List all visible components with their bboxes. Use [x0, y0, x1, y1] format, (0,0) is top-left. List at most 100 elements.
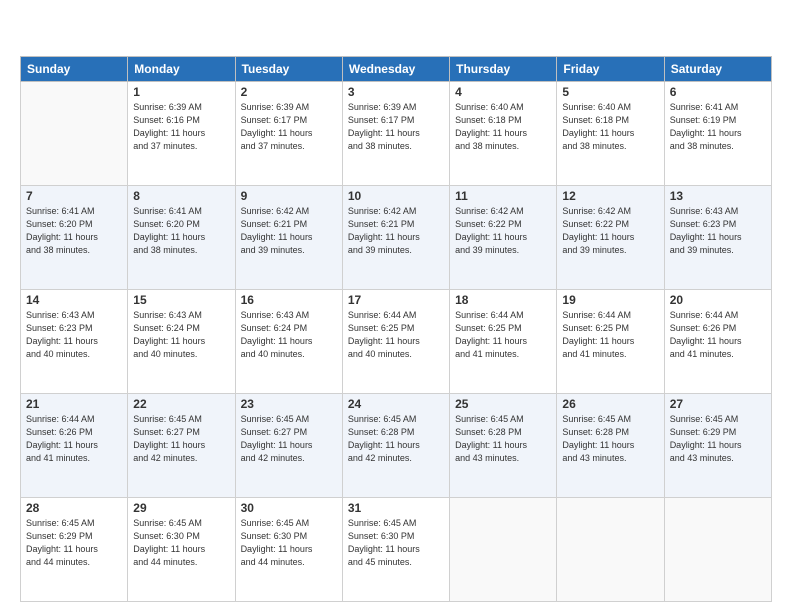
day-info: Sunrise: 6:40 AM Sunset: 6:18 PM Dayligh…: [562, 101, 658, 153]
week-row-0: 1 Sunrise: 6:39 AM Sunset: 6:16 PM Daylig…: [21, 82, 772, 186]
day-cell: 11 Sunrise: 6:42 AM Sunset: 6:22 PM Dayli…: [450, 186, 557, 290]
page: SundayMondayTuesdayWednesdayThursdayFrid…: [0, 0, 792, 612]
header-cell-thursday: Thursday: [450, 57, 557, 82]
day-info: Sunrise: 6:43 AM Sunset: 6:23 PM Dayligh…: [670, 205, 766, 257]
day-info: Sunrise: 6:42 AM Sunset: 6:22 PM Dayligh…: [455, 205, 551, 257]
day-info: Sunrise: 6:41 AM Sunset: 6:20 PM Dayligh…: [133, 205, 229, 257]
day-cell: 24 Sunrise: 6:45 AM Sunset: 6:28 PM Dayli…: [342, 394, 449, 498]
day-cell: 31 Sunrise: 6:45 AM Sunset: 6:30 PM Dayli…: [342, 498, 449, 602]
day-cell: 13Sunrise: 6:43 AM Sunset: 6:23 PM Dayli…: [664, 186, 771, 290]
day-info: Sunrise: 6:45 AM Sunset: 6:28 PM Dayligh…: [348, 413, 444, 465]
day-number: 14: [26, 293, 122, 307]
day-cell: 19Sunrise: 6:44 AM Sunset: 6:25 PM Dayli…: [557, 290, 664, 394]
day-number: 27: [670, 397, 766, 411]
day-number: 31: [348, 501, 444, 515]
day-cell: [664, 498, 771, 602]
day-info: Sunrise: 6:39 AM Sunset: 6:17 PM Dayligh…: [348, 101, 444, 153]
day-cell: [557, 498, 664, 602]
day-info: Sunrise: 6:44 AM Sunset: 6:26 PM Dayligh…: [670, 309, 766, 361]
day-number: 10: [348, 189, 444, 203]
day-info: Sunrise: 6:43 AM Sunset: 6:24 PM Dayligh…: [133, 309, 229, 361]
day-info: Sunrise: 6:45 AM Sunset: 6:30 PM Dayligh…: [241, 517, 337, 569]
day-number: 30: [241, 501, 337, 515]
day-info: Sunrise: 6:45 AM Sunset: 6:27 PM Dayligh…: [241, 413, 337, 465]
day-info: Sunrise: 6:45 AM Sunset: 6:30 PM Dayligh…: [348, 517, 444, 569]
day-cell: 23 Sunrise: 6:45 AM Sunset: 6:27 PM Dayli…: [235, 394, 342, 498]
day-info: Sunrise: 6:42 AM Sunset: 6:22 PM Dayligh…: [562, 205, 658, 257]
day-cell: 29Sunrise: 6:45 AM Sunset: 6:30 PM Dayli…: [128, 498, 235, 602]
week-row-1: 7 Sunrise: 6:41 AM Sunset: 6:20 PM Daylig…: [21, 186, 772, 290]
day-number: 11: [455, 189, 551, 203]
logo-icon: [20, 18, 48, 46]
day-number: 5: [562, 85, 658, 99]
day-cell: 25Sunrise: 6:45 AM Sunset: 6:28 PM Dayli…: [450, 394, 557, 498]
day-number: 12: [562, 189, 658, 203]
day-info: Sunrise: 6:45 AM Sunset: 6:27 PM Dayligh…: [133, 413, 229, 465]
day-cell: 5 Sunrise: 6:40 AM Sunset: 6:18 PM Daylig…: [557, 82, 664, 186]
day-info: Sunrise: 6:41 AM Sunset: 6:20 PM Dayligh…: [26, 205, 122, 257]
day-number: 1: [133, 85, 229, 99]
day-info: Sunrise: 6:45 AM Sunset: 6:28 PM Dayligh…: [455, 413, 551, 465]
day-cell: 12 Sunrise: 6:42 AM Sunset: 6:22 PM Dayli…: [557, 186, 664, 290]
day-cell: 21 Sunrise: 6:44 AM Sunset: 6:26 PM Dayli…: [21, 394, 128, 498]
day-info: Sunrise: 6:39 AM Sunset: 6:16 PM Dayligh…: [133, 101, 229, 153]
day-cell: 26Sunrise: 6:45 AM Sunset: 6:28 PM Dayli…: [557, 394, 664, 498]
day-cell: 9 Sunrise: 6:42 AM Sunset: 6:21 PM Daylig…: [235, 186, 342, 290]
day-cell: [450, 498, 557, 602]
day-number: 19: [562, 293, 658, 307]
day-info: Sunrise: 6:40 AM Sunset: 6:18 PM Dayligh…: [455, 101, 551, 153]
day-cell: 6 Sunrise: 6:41 AM Sunset: 6:19 PM Daylig…: [664, 82, 771, 186]
day-number: 23: [241, 397, 337, 411]
day-number: 24: [348, 397, 444, 411]
day-number: 7: [26, 189, 122, 203]
day-number: 15: [133, 293, 229, 307]
header-cell-wednesday: Wednesday: [342, 57, 449, 82]
day-number: 3: [348, 85, 444, 99]
day-number: 9: [241, 189, 337, 203]
day-number: 16: [241, 293, 337, 307]
day-cell: 8 Sunrise: 6:41 AM Sunset: 6:20 PM Daylig…: [128, 186, 235, 290]
day-cell: 1 Sunrise: 6:39 AM Sunset: 6:16 PM Daylig…: [128, 82, 235, 186]
day-info: Sunrise: 6:45 AM Sunset: 6:29 PM Dayligh…: [670, 413, 766, 465]
day-cell: 28Sunrise: 6:45 AM Sunset: 6:29 PM Dayli…: [21, 498, 128, 602]
day-cell: 18 Sunrise: 6:44 AM Sunset: 6:25 PM Dayli…: [450, 290, 557, 394]
week-row-3: 21 Sunrise: 6:44 AM Sunset: 6:26 PM Dayli…: [21, 394, 772, 498]
day-cell: [21, 82, 128, 186]
day-cell: 17 Sunrise: 6:44 AM Sunset: 6:25 PM Dayli…: [342, 290, 449, 394]
header-cell-sunday: Sunday: [21, 57, 128, 82]
day-info: Sunrise: 6:39 AM Sunset: 6:17 PM Dayligh…: [241, 101, 337, 153]
day-number: 6: [670, 85, 766, 99]
day-info: Sunrise: 6:44 AM Sunset: 6:25 PM Dayligh…: [348, 309, 444, 361]
calendar-table: SundayMondayTuesdayWednesdayThursdayFrid…: [20, 56, 772, 602]
day-cell: 16 Sunrise: 6:43 AM Sunset: 6:24 PM Dayli…: [235, 290, 342, 394]
day-info: Sunrise: 6:45 AM Sunset: 6:30 PM Dayligh…: [133, 517, 229, 569]
day-number: 4: [455, 85, 551, 99]
day-number: 17: [348, 293, 444, 307]
day-info: Sunrise: 6:42 AM Sunset: 6:21 PM Dayligh…: [241, 205, 337, 257]
day-cell: 30 Sunrise: 6:45 AM Sunset: 6:30 PM Dayli…: [235, 498, 342, 602]
day-cell: 14Sunrise: 6:43 AM Sunset: 6:23 PM Dayli…: [21, 290, 128, 394]
day-number: 22: [133, 397, 229, 411]
day-cell: 22 Sunrise: 6:45 AM Sunset: 6:27 PM Dayli…: [128, 394, 235, 498]
header-cell-saturday: Saturday: [664, 57, 771, 82]
day-cell: 10Sunrise: 6:42 AM Sunset: 6:21 PM Dayli…: [342, 186, 449, 290]
week-row-2: 14Sunrise: 6:43 AM Sunset: 6:23 PM Dayli…: [21, 290, 772, 394]
header-cell-friday: Friday: [557, 57, 664, 82]
header: [20, 18, 772, 46]
day-cell: 7 Sunrise: 6:41 AM Sunset: 6:20 PM Daylig…: [21, 186, 128, 290]
day-number: 8: [133, 189, 229, 203]
day-info: Sunrise: 6:44 AM Sunset: 6:25 PM Dayligh…: [455, 309, 551, 361]
day-number: 18: [455, 293, 551, 307]
day-number: 20: [670, 293, 766, 307]
day-number: 26: [562, 397, 658, 411]
day-info: Sunrise: 6:41 AM Sunset: 6:19 PM Dayligh…: [670, 101, 766, 153]
day-cell: 3 Sunrise: 6:39 AM Sunset: 6:17 PM Daylig…: [342, 82, 449, 186]
day-cell: 4 Sunrise: 6:40 AM Sunset: 6:18 PM Daylig…: [450, 82, 557, 186]
header-cell-tuesday: Tuesday: [235, 57, 342, 82]
day-cell: 15 Sunrise: 6:43 AM Sunset: 6:24 PM Dayli…: [128, 290, 235, 394]
day-info: Sunrise: 6:44 AM Sunset: 6:26 PM Dayligh…: [26, 413, 122, 465]
day-number: 2: [241, 85, 337, 99]
day-info: Sunrise: 6:45 AM Sunset: 6:29 PM Dayligh…: [26, 517, 122, 569]
day-number: 21: [26, 397, 122, 411]
day-info: Sunrise: 6:43 AM Sunset: 6:24 PM Dayligh…: [241, 309, 337, 361]
